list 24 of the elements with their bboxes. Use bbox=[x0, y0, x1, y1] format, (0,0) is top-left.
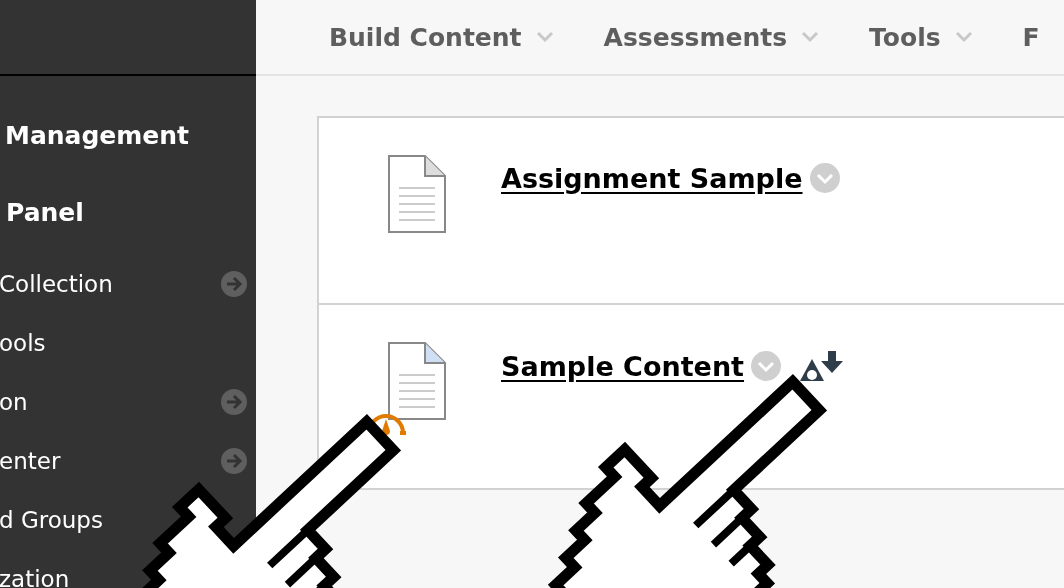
arrow-right-icon[interactable] bbox=[220, 269, 248, 298]
sidebar-item[interactable]: enter bbox=[0, 447, 61, 474]
sidebar-item[interactable]: d Groups bbox=[0, 506, 103, 533]
menu-item[interactable]: F bbox=[1022, 22, 1040, 52]
arrow-right-icon[interactable] bbox=[220, 387, 248, 416]
sidebar-heading: Panel bbox=[5, 200, 85, 226]
menu-item[interactable]: Assessments bbox=[603, 22, 820, 52]
sidebar-item[interactable]: zation bbox=[0, 565, 70, 588]
menu-item[interactable]: Build Content bbox=[329, 22, 554, 52]
chevron-down-icon bbox=[535, 31, 554, 43]
arrow-right-icon[interactable] bbox=[220, 446, 248, 475]
document-icon bbox=[387, 154, 447, 234]
menu-item[interactable]: Tools bbox=[869, 22, 973, 52]
sidebar-item[interactable]: Collection bbox=[0, 270, 113, 297]
chevron-down-icon bbox=[954, 31, 973, 43]
content-title-link[interactable]: Assignment Sample bbox=[501, 162, 803, 194]
sidebar-item[interactable]: on bbox=[0, 388, 28, 415]
chevron-down-icon bbox=[801, 31, 820, 43]
sidebar-item[interactable]: ools bbox=[0, 329, 46, 356]
document-icon bbox=[387, 341, 447, 421]
chevron-down-icon[interactable] bbox=[750, 350, 783, 382]
sidebar-heading: Management bbox=[4, 123, 191, 149]
chevron-down-icon[interactable] bbox=[808, 162, 841, 194]
content-title-link[interactable]: Sample Content bbox=[501, 350, 745, 382]
